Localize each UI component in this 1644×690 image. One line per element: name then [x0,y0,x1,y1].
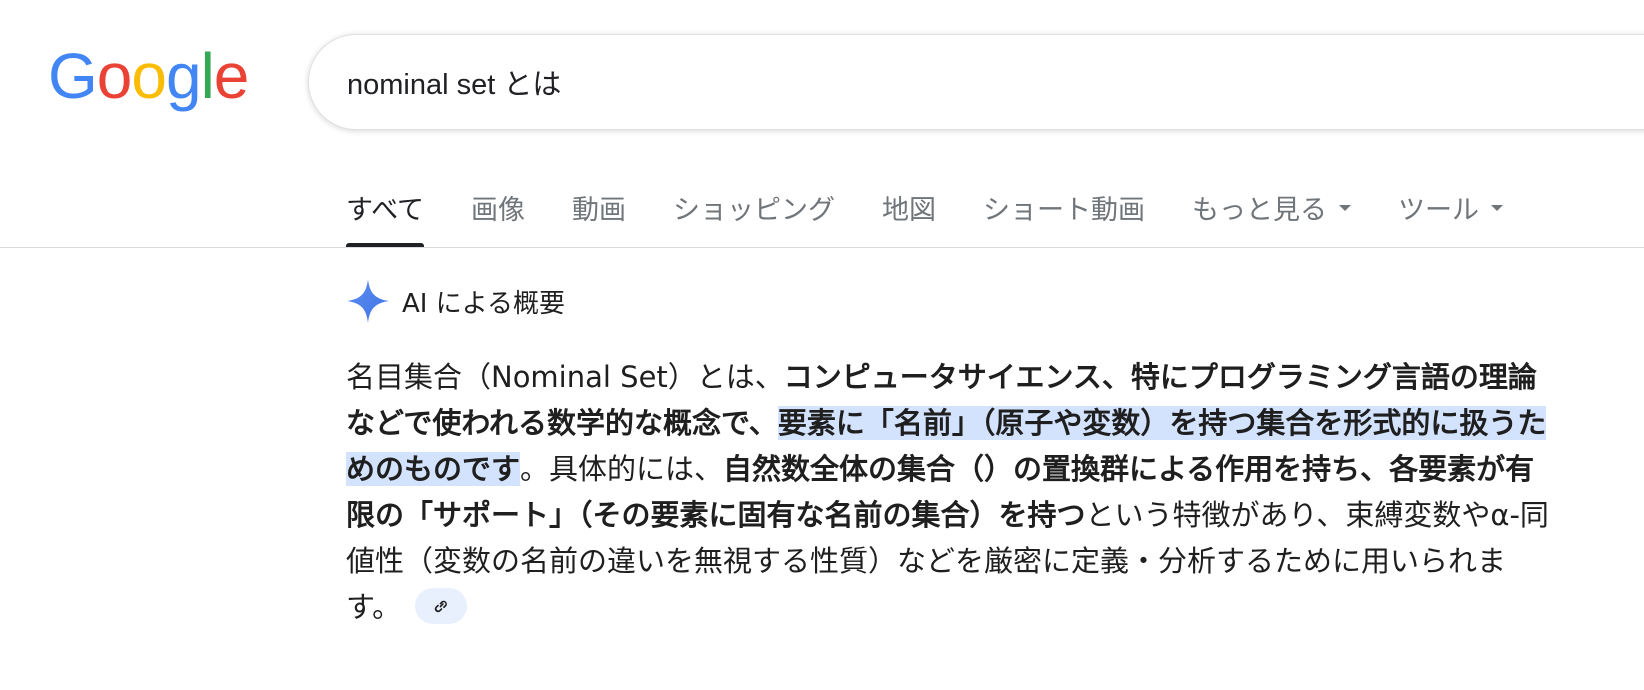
tab-label: すべて [346,195,425,226]
search-results-page: G o o g l e すべて 画像 動画 ショッピング 地図 ショート動画 も… [0,0,1644,690]
logo-letter: l [200,40,215,112]
tab-short-videos[interactable]: ショート動画 [983,172,1145,248]
caret-down-icon [1491,205,1504,211]
tab-label: もっと見る [1192,195,1328,226]
ai-overview-title: AI による概要 [402,288,565,319]
sparkle-icon [347,279,389,323]
ai-overview-text: 名目集合（Nominal Set）とは、コンピュータサイエンス、特にプログラミン… [346,354,1556,630]
tab-maps[interactable]: 地図 [882,172,936,248]
search-box[interactable] [308,34,1644,130]
tab-label: ショッピング [673,195,836,226]
tab-label: ショート動画 [983,195,1146,226]
source-link-button[interactable] [415,588,468,624]
overview-text-segment: 名目集合（Nominal Set）とは、 [346,360,784,394]
link-icon [434,600,448,613]
logo-letter: e [213,40,250,112]
tab-more[interactable]: もっと見る [1192,172,1352,248]
header-divider [0,247,1644,248]
search-input[interactable] [347,65,1447,99]
logo-letter: g [165,40,202,112]
tab-all[interactable]: すべて [346,172,425,248]
tab-label: 画像 [471,195,526,226]
caret-down-icon [1339,205,1352,211]
logo-letter: G [48,40,98,112]
tab-tools[interactable]: ツール [1398,172,1504,248]
logo-letter: o [131,40,167,112]
overview-text-segment: 。具体的には、 [520,452,724,486]
logo-letter: o [96,40,133,112]
ai-overview-header: AI による概要 [346,278,565,324]
tab-images[interactable]: 画像 [471,172,525,248]
google-logo[interactable]: G o o g l e [48,40,250,112]
tab-label: ツール [1398,195,1480,226]
tab-label: 地図 [882,195,937,226]
tab-label: 動画 [572,195,627,226]
tab-videos[interactable]: 動画 [572,172,626,248]
tab-shopping[interactable]: ショッピング [673,172,835,248]
search-tabs: すべて 画像 動画 ショッピング 地図 ショート動画 もっと見る ツール [346,172,1550,248]
